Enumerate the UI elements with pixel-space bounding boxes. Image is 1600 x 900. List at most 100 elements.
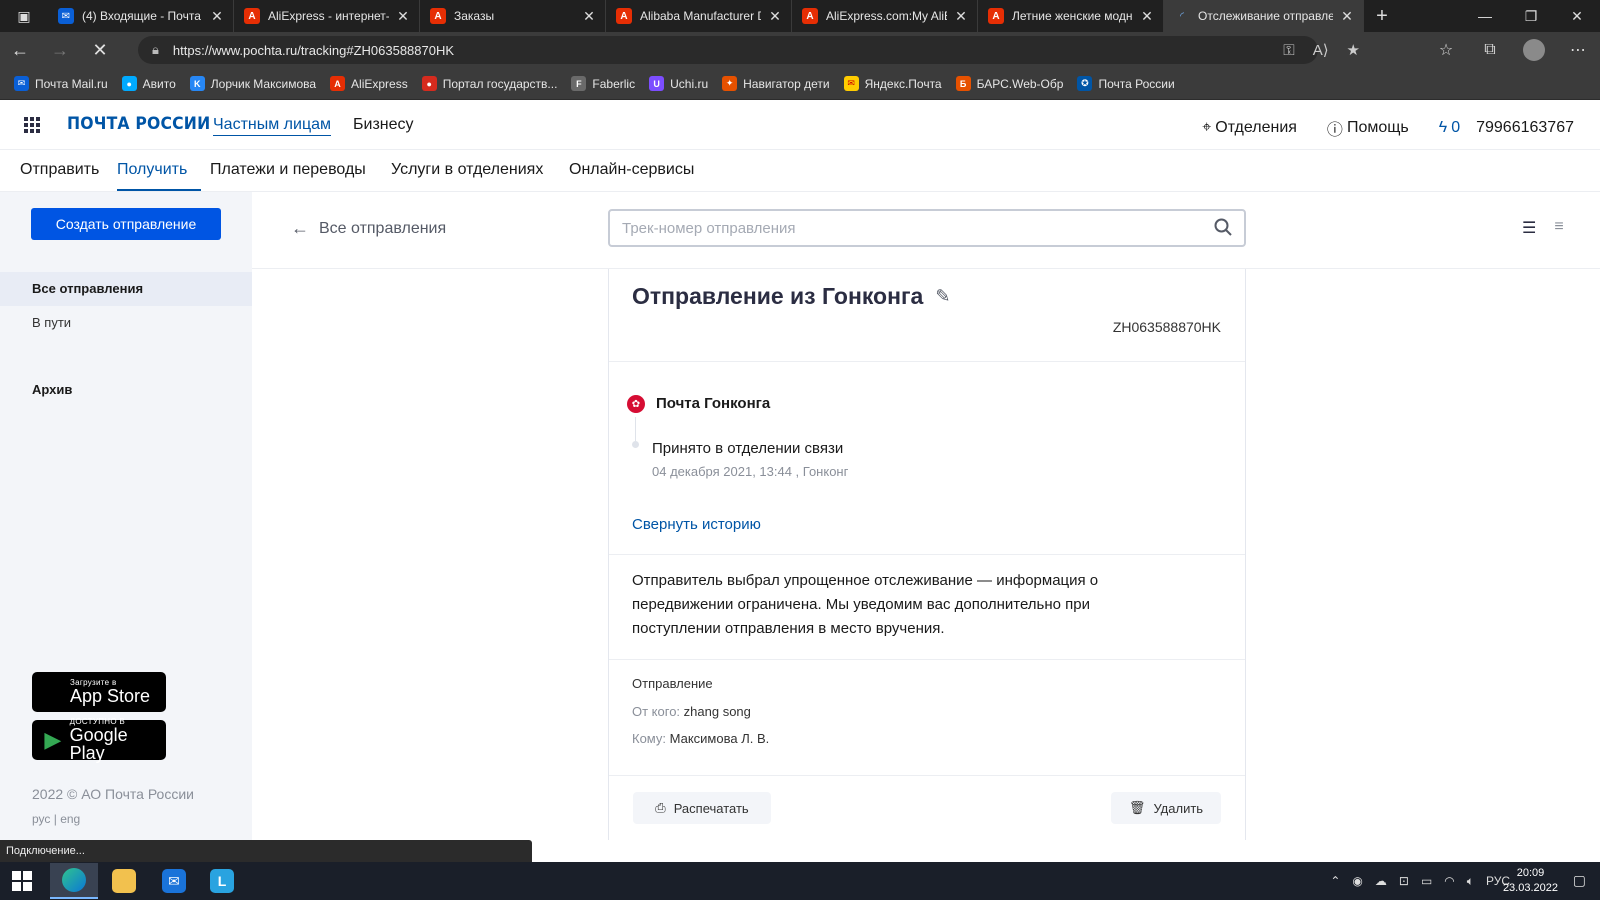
bookmark-faberlic[interactable]: F Faberlic [571, 76, 635, 91]
taskbar-explorer[interactable] [100, 863, 148, 899]
nav-office-services[interactable]: Услуги в отделениях [391, 161, 543, 179]
apps-grid-icon[interactable] [24, 117, 40, 133]
close-icon[interactable]: ✕ [953, 8, 969, 25]
bookmark-uchi[interactable]: U Uchi.ru [649, 76, 708, 91]
copyright: 2022 © АО Почта России [32, 786, 194, 802]
aliexpress-icon: A [988, 8, 1004, 24]
mail-app-icon: ✉ [162, 869, 186, 893]
bookmark-label: AliExpress [351, 76, 408, 91]
clock[interactable]: 20:09 23.03.2022 [1503, 866, 1558, 896]
tab-mail[interactable]: ✉ (4) Входящие - Почта Mail.ru ✕ [48, 0, 234, 32]
tab-tracking[interactable]: ◜ Отслеживание отправлений ✕ [1164, 0, 1364, 32]
language-switch[interactable]: рус | eng [32, 812, 80, 826]
cloud-icon[interactable]: ☁ [1375, 874, 1387, 888]
bookmark-bars[interactable]: Б БАРС.Web-Обр [955, 76, 1063, 91]
bookmark-pochta[interactable]: ✪ Почта России [1077, 76, 1175, 91]
create-shipment-button[interactable]: Создать отправление [31, 208, 221, 240]
windows-start-icon[interactable] [12, 871, 32, 891]
nav-send[interactable]: Отправить [20, 161, 99, 179]
more-menu-icon[interactable]: ⋯ [1556, 40, 1600, 60]
close-icon[interactable]: ✕ [1139, 8, 1155, 25]
aliexpress-icon: A [802, 8, 818, 24]
sidebar-item-archive[interactable]: Архив [32, 382, 72, 397]
favorites-icon[interactable]: ☆ [1424, 40, 1468, 60]
defender-icon[interactable]: ⊡ [1399, 874, 1409, 888]
navigator-icon: ✦ [722, 76, 738, 91]
stop-loading-icon[interactable]: ✕ [80, 32, 120, 68]
sidebar-item-in-transit[interactable]: В пути [32, 315, 71, 330]
help-link[interactable]: ⓘ Помощь [1327, 116, 1409, 140]
taskbar-edge[interactable] [50, 863, 98, 899]
volume-icon[interactable]: 🔈︎ [1467, 874, 1474, 889]
sidebar-item-all[interactable]: Все отправления [0, 272, 252, 306]
notifications-icon[interactable]: ▢ [1573, 872, 1586, 889]
detailed-view-icon[interactable]: ☰ [1522, 218, 1536, 238]
nav-online-services[interactable]: Онлайн-сервисы [569, 161, 694, 179]
pochta-logo[interactable]: ПОЧТА РОССИИ [67, 114, 210, 134]
wifi-icon[interactable]: ◠ [1444, 874, 1454, 888]
read-aloud-icon[interactable]: A⟩ [1313, 41, 1329, 59]
back-to-all-shipments[interactable]: ← Все отправления [291, 218, 446, 239]
tab-alibaba[interactable]: A Alibaba Manufacturer Directory ✕ [606, 0, 792, 32]
close-icon[interactable]: ✕ [209, 8, 225, 25]
collapse-history-link[interactable]: Свернуть историю [632, 516, 761, 533]
tab-orders[interactable]: A Заказы ✕ [420, 0, 606, 32]
nav-receive[interactable]: Получить [117, 161, 187, 179]
track-number-input[interactable] [622, 219, 1214, 237]
collections-icon[interactable]: ⧉ [1468, 41, 1512, 59]
print-button[interactable]: ⎙ Распечатать [633, 792, 771, 824]
tab-actions-icon[interactable]: ▣ [0, 0, 48, 32]
bookmark-label: Яндекс.Почта [864, 76, 942, 91]
tab-my-aliexpress[interactable]: A AliExpress.com:My AliExpress ✕ [792, 0, 978, 32]
minimize-icon[interactable]: — [1462, 0, 1508, 32]
key-icon[interactable]: ⚿ [1283, 42, 1294, 59]
bookmark-gosuslugi[interactable]: ● Портал государств... [421, 76, 557, 91]
segment-private[interactable]: Частным лицам [213, 116, 332, 136]
segment-business[interactable]: Бизнесу [353, 116, 414, 134]
url-field[interactable]: 🔒︎ https://www.pochta.ru/tracking#ZH0635… [138, 36, 1318, 64]
bookmark-label: Почта России [1098, 76, 1175, 91]
appstore-badge[interactable]: Загрузите в App Store [32, 672, 166, 712]
close-icon[interactable]: ✕ [767, 8, 783, 25]
star-icon[interactable]: ★ [1347, 41, 1360, 59]
shipment-title: Отправление из Гонконга [632, 283, 924, 309]
window-close-icon[interactable]: ✕ [1554, 0, 1600, 32]
offices-link[interactable]: ⌖ Отделения [1202, 119, 1297, 137]
bookmark-avito[interactable]: ● Авито [121, 76, 176, 91]
forward-arrow-icon[interactable]: → [40, 32, 80, 68]
close-icon[interactable]: ✕ [581, 8, 597, 25]
bookmark-yandex-mail[interactable]: ✉ Яндекс.Почта [843, 76, 942, 91]
sidebar: Создать отправление Все отправления В пу… [0, 192, 252, 840]
edit-pencil-icon[interactable]: ✎ [935, 286, 950, 307]
delete-button[interactable]: 🗑︎ Удалить [1111, 792, 1221, 824]
battery-icon[interactable]: ▭ [1421, 874, 1432, 888]
bookmark-mail[interactable]: ✉ Почта Mail.ru [14, 76, 108, 91]
bookmark-navigator[interactable]: ✦ Навигатор дети [722, 76, 830, 91]
profile-avatar[interactable] [1523, 39, 1545, 61]
chevron-up-icon[interactable]: ⌃ [1330, 874, 1340, 888]
nav-payments[interactable]: Платежи и переводы [210, 161, 366, 179]
sender-value: zhang song [683, 704, 751, 719]
close-icon[interactable]: ✕ [395, 8, 411, 25]
taskbar-l-app[interactable]: L [198, 863, 246, 899]
recipient-row: Кому: Максимова Л. В. [632, 731, 769, 746]
search-icon[interactable] [1214, 218, 1232, 239]
url-text: https://www.pochta.ru/tracking#ZH0635888… [172, 42, 455, 58]
bookmark-vk[interactable]: K Лорчик Максимова [189, 76, 316, 91]
close-icon[interactable]: ✕ [1339, 8, 1355, 25]
googleplay-badge[interactable]: ▶ ДОСТУПНО В Google Play [32, 718, 166, 762]
tab-summer-fashion[interactable]: A Летние женские модные ✕ [978, 0, 1164, 32]
new-tab-icon[interactable]: + [1364, 0, 1400, 32]
maximize-icon[interactable]: ❐ [1508, 0, 1554, 32]
user-account[interactable]: ϟ 0 79966163767 [1439, 119, 1574, 137]
divider [609, 554, 1245, 555]
tab-aliexpress[interactable]: A AliExpress - интернет-магазин ✕ [234, 0, 420, 32]
taskbar-mail[interactable]: ✉ [150, 863, 198, 899]
recipient-label: Кому: [632, 731, 666, 746]
bookmark-aliexpress[interactable]: A AliExpress [330, 76, 408, 91]
l-app-icon: L [210, 869, 234, 893]
shipment-title-row: Отправление из Гонконга ✎ [632, 283, 950, 310]
back-arrow-icon[interactable]: ← [0, 32, 40, 68]
list-view-icon[interactable]: ≡ [1554, 218, 1563, 238]
webcam-icon[interactable]: ◉ [1352, 874, 1362, 888]
